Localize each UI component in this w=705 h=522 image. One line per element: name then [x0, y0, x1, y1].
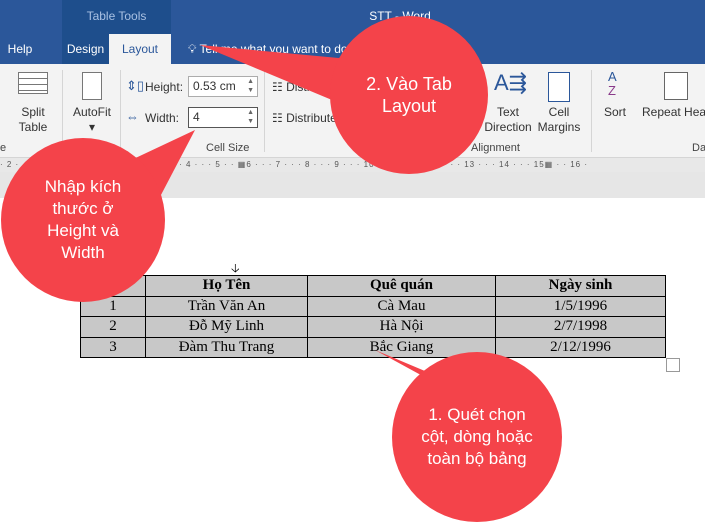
- callout-tab-layout: 2. Vào Tab Layout: [330, 16, 488, 174]
- callout-select: 1. Quét chọn cột, dòng hoặc toàn bộ bảng: [392, 352, 562, 522]
- callout-size: Nhập kích thước ở Height và Width: [1, 138, 165, 302]
